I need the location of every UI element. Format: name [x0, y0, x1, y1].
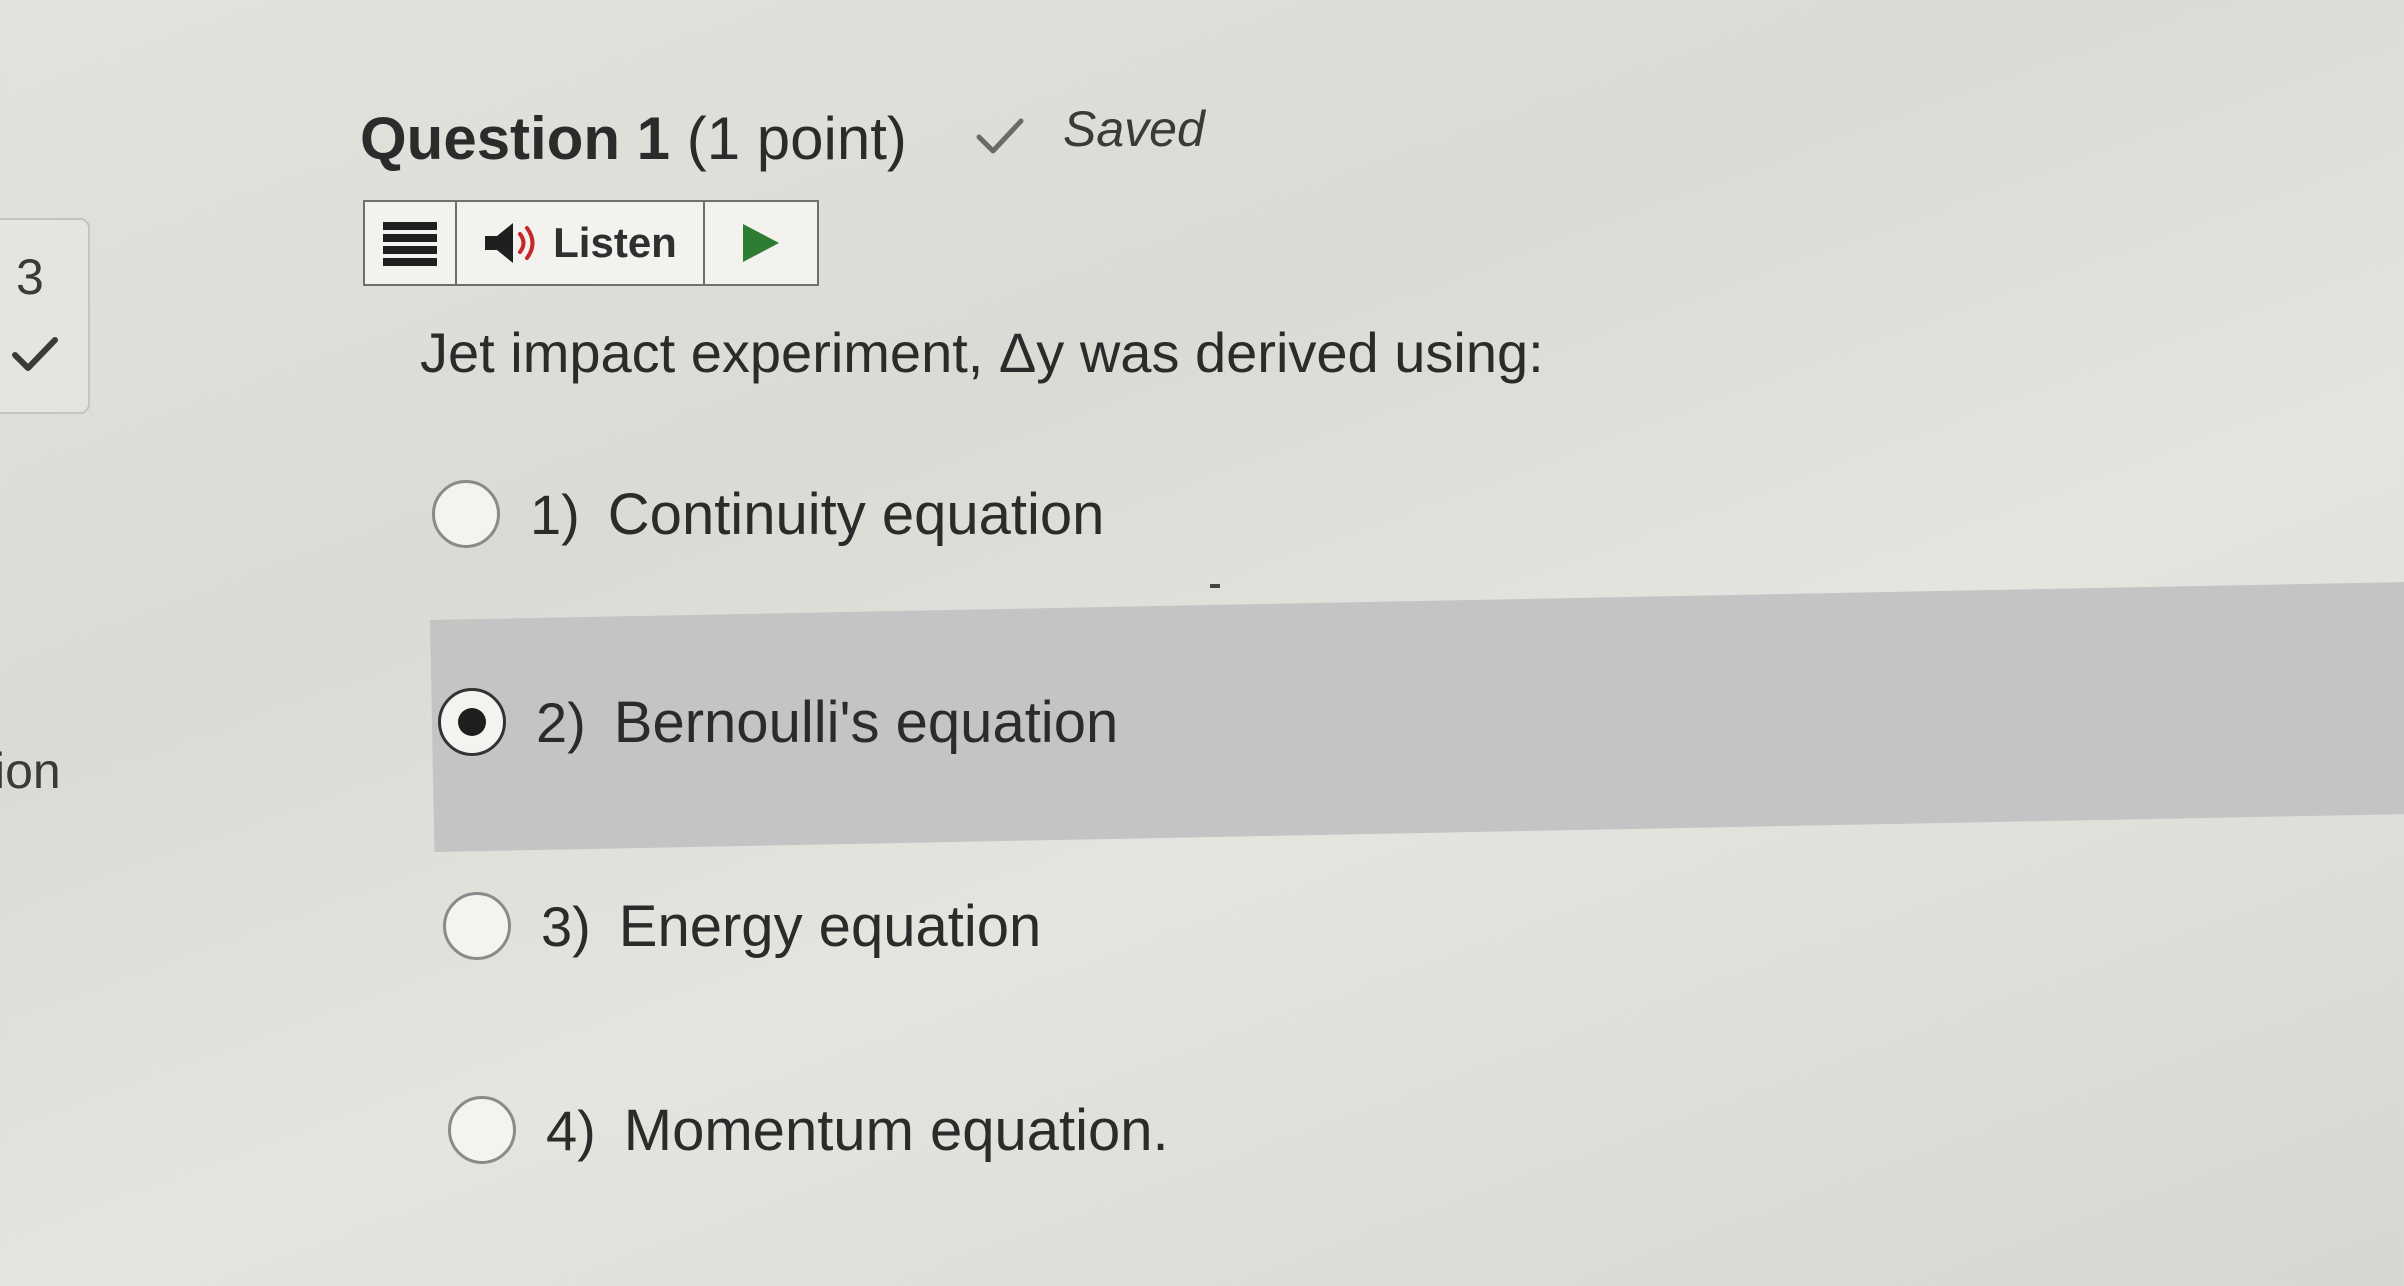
- answer-option-3[interactable]: 3) Energy equation: [443, 892, 1041, 960]
- question-text: Jet impact experiment, Δy was derived us…: [420, 321, 1544, 384]
- option-4-label[interactable]: Momentum equation.: [624, 1097, 1169, 1164]
- nav-question-number[interactable]: 3: [16, 248, 44, 306]
- question-title: Question 1: [360, 105, 671, 172]
- option-1-number: 1): [530, 482, 580, 546]
- nav-answered-checkmark-icon: [12, 337, 58, 371]
- option-1-label[interactable]: Continuity equation: [608, 481, 1105, 548]
- option-2-radio[interactable]: [438, 688, 506, 756]
- toolbar-menu-button[interactable]: [365, 202, 457, 284]
- answer-option-2[interactable]: 2) Bernoulli's equation: [438, 688, 1118, 756]
- listen-label: Listen: [553, 219, 677, 266]
- nav-fragment-text: ion: [0, 743, 61, 799]
- option-4-number: 4): [546, 1098, 596, 1162]
- answer-option-1[interactable]: 1) Continuity equation: [432, 480, 1104, 548]
- screen-speck: [1210, 584, 1220, 588]
- question-points: (1 point): [686, 105, 907, 172]
- option-3-radio[interactable]: [443, 892, 511, 960]
- saved-checkmark-icon: [976, 118, 1024, 154]
- read-aloud-toolbar: Listen: [363, 200, 819, 286]
- play-icon: [743, 224, 779, 262]
- option-3-number: 3): [541, 894, 591, 958]
- saved-status: Saved: [1063, 101, 1205, 157]
- listen-button[interactable]: Listen: [457, 202, 705, 284]
- radio-selected-dot: [458, 708, 486, 736]
- play-button[interactable]: [705, 202, 817, 284]
- question-nav-card[interactable]: [0, 218, 90, 414]
- answer-option-4[interactable]: 4) Momentum equation.: [448, 1096, 1169, 1164]
- option-3-label[interactable]: Energy equation: [619, 893, 1041, 960]
- speaker-icon: [485, 223, 535, 263]
- option-4-radio[interactable]: [448, 1096, 516, 1164]
- option-1-radio[interactable]: [432, 480, 500, 548]
- option-2-number: 2): [536, 690, 586, 754]
- question-header: Question 1 (1 point): [360, 104, 907, 173]
- option-2-label[interactable]: Bernoulli's equation: [614, 689, 1118, 756]
- hamburger-menu-icon: [383, 222, 437, 266]
